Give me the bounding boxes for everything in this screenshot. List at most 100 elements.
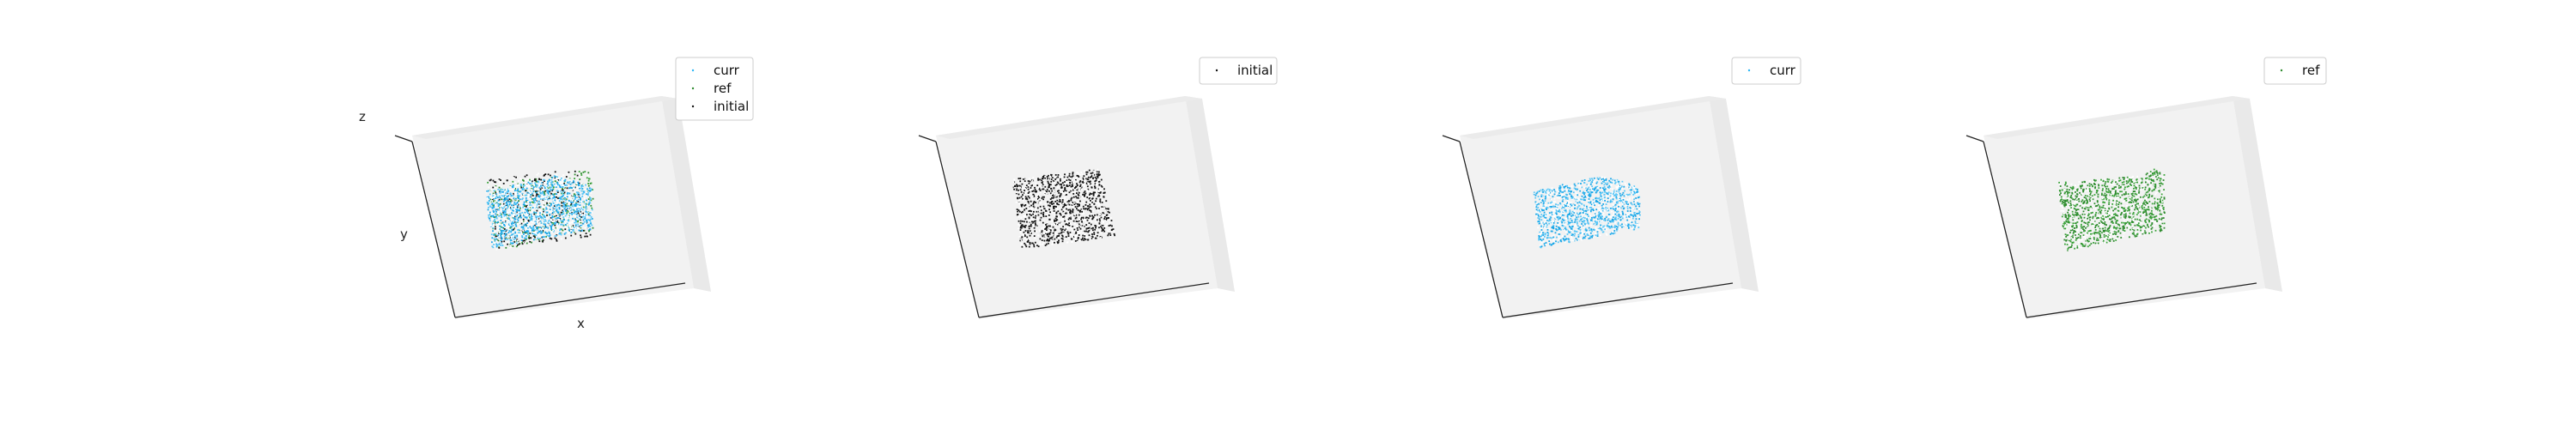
scatter-point: [589, 226, 591, 227]
scatter-point: [1591, 217, 1593, 219]
scatter-point: [567, 205, 569, 207]
scatter-point: [572, 207, 574, 209]
scatter-point: [495, 193, 498, 195]
scatter-point: [522, 229, 525, 232]
scatter-point: [1536, 190, 1539, 193]
scatter-point: [1049, 211, 1051, 214]
scatter-point: [1105, 200, 1108, 202]
scatter-point: [1637, 192, 1640, 195]
scatter-point: [1024, 241, 1026, 243]
scatter-point: [1101, 206, 1103, 208]
scatter-point: [1605, 178, 1607, 180]
scatter-point: [1055, 206, 1057, 208]
scatter-point: [1066, 206, 1068, 208]
scatter-point: [1028, 178, 1030, 180]
scatter-point: [1101, 230, 1103, 233]
scatter-point: [1070, 173, 1072, 176]
scatter-point: [1626, 198, 1629, 201]
scatter-point: [561, 217, 563, 220]
scatter-point: [1103, 192, 1105, 194]
scatter-point: [1054, 195, 1056, 197]
scatter-point: [497, 210, 499, 213]
scatter-point: [1625, 216, 1628, 218]
scatter-point: [1613, 227, 1615, 230]
scatter-point: [1073, 180, 1076, 182]
scatter-point: [1063, 176, 1066, 178]
scatter-point: [579, 206, 580, 208]
scatter-point: [1068, 191, 1071, 194]
scatter-point: [1607, 197, 1609, 199]
scatter-point: [1084, 194, 1086, 196]
scatter-point: [571, 194, 574, 196]
scatter-point: [1559, 202, 1562, 205]
scatter-point: [1095, 178, 1097, 180]
scatter-point: [1029, 213, 1031, 215]
scatter-point: [1079, 185, 1081, 187]
scatter-point: [489, 206, 492, 208]
scatter-point: [1075, 216, 1078, 219]
scatter-point: [1610, 178, 1612, 180]
scatter-point: [1082, 234, 1084, 237]
scatter-point: [557, 217, 560, 219]
scatter-point: [525, 197, 527, 199]
scatter-point: [1028, 239, 1030, 240]
scatter-point: [568, 190, 569, 193]
scatter-point: [569, 183, 572, 185]
scatter-point: [579, 204, 581, 206]
scatter-point: [1598, 218, 1600, 221]
scatter-point: [1540, 215, 1542, 218]
scatter-point: [1030, 225, 1032, 227]
scatter-point: [1084, 216, 1086, 219]
scatter-point: [1079, 215, 1081, 218]
scatter-point: [525, 199, 527, 202]
scatter-point: [1588, 227, 1590, 229]
scatter-point: [497, 201, 500, 203]
scatter-point: [1583, 233, 1586, 235]
scatter-point: [504, 215, 507, 218]
scatter-point: [1048, 216, 1050, 218]
scatter-point: [1077, 222, 1078, 224]
scatter-point: [1035, 223, 1036, 226]
scatter-point: [1099, 215, 1101, 218]
scatter-point: [564, 205, 567, 208]
y-axis-label: y: [400, 227, 408, 242]
scatter-point: [546, 202, 548, 204]
scatter-point: [504, 211, 507, 214]
scatter-point: [552, 193, 554, 196]
scatter-point: [494, 201, 496, 203]
scatter-point: [1024, 192, 1027, 194]
scatter-point: [1635, 188, 1637, 190]
scatter-point: [1548, 218, 1551, 221]
scatter-point: [520, 184, 523, 187]
scatter-point: [497, 205, 500, 207]
scatter-point: [1113, 230, 1115, 233]
scatter-point: [496, 236, 499, 239]
scatter-point: [548, 183, 550, 184]
scatter-point: [554, 171, 556, 173]
scatter-point: [539, 238, 541, 239]
scatter-point: [1028, 210, 1030, 212]
scatter-point: [1014, 185, 1016, 187]
scatter-point: [1038, 229, 1041, 232]
scatter-point: [549, 237, 551, 239]
scatter-point: [548, 231, 550, 233]
scatter-point: [551, 177, 554, 178]
scatter-point: [1040, 187, 1042, 190]
scatter-point: [1064, 212, 1066, 214]
scatter-point: [1613, 225, 1616, 227]
scatter-point: [1070, 199, 1072, 202]
scatter-point: [1100, 236, 1102, 239]
scatter-point: [577, 223, 579, 226]
scatter-point: [519, 178, 522, 180]
scatter-point: [1051, 190, 1053, 192]
scatter-point: [529, 184, 531, 186]
scatter-point: [1578, 220, 1581, 222]
scatter-point: [528, 214, 530, 217]
scatter-point: [537, 234, 539, 236]
scatter-point: [1066, 199, 1068, 202]
scatter-point: [1036, 223, 1039, 226]
scatter-point: [540, 211, 543, 214]
scatter-point: [1064, 189, 1066, 191]
scatter-point: [1021, 229, 1024, 231]
scatter-point: [1077, 201, 1078, 202]
